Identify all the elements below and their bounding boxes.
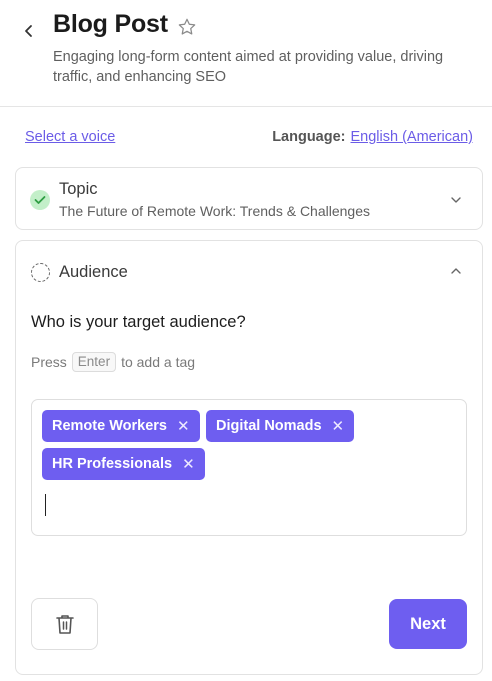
favorite-button[interactable] xyxy=(176,16,198,38)
remove-tag-icon[interactable]: ✕ xyxy=(332,417,345,435)
star-icon xyxy=(178,18,196,35)
language-selector: Language: English (American) xyxy=(272,129,473,145)
audience-tag-input[interactable]: Remote Workers ✕ Digital Nomads ✕ HR Pro… xyxy=(31,399,467,536)
chevron-up-icon[interactable] xyxy=(448,263,464,279)
page-title: Blog Post xyxy=(53,10,168,38)
enter-key-hint: Enter xyxy=(71,352,117,372)
delete-button[interactable] xyxy=(31,598,98,650)
tag-hint: Press Enter to add a tag xyxy=(31,352,195,372)
tag-label: HR Professionals xyxy=(52,456,173,472)
language-label: Language: xyxy=(272,129,346,145)
select-voice-link[interactable]: Select a voice xyxy=(25,129,115,145)
remove-tag-icon[interactable]: ✕ xyxy=(177,417,190,435)
chevron-left-icon xyxy=(25,25,32,37)
audience-label: Audience xyxy=(59,263,128,281)
language-link[interactable]: English (American) xyxy=(351,129,474,145)
back-button[interactable] xyxy=(18,20,40,42)
check-icon xyxy=(30,190,50,210)
tag-digital-nomads: Digital Nomads ✕ xyxy=(206,410,355,442)
topic-label: Topic xyxy=(59,180,98,198)
tag-remote-workers: Remote Workers ✕ xyxy=(42,410,200,442)
trash-icon xyxy=(55,615,74,634)
pending-circle-icon xyxy=(31,263,50,282)
topic-value: The Future of Remote Work: Trends & Chal… xyxy=(59,203,370,219)
page-subtitle: Engaging long-form content aimed at prov… xyxy=(53,49,444,85)
remove-tag-icon[interactable]: ✕ xyxy=(182,455,195,473)
topic-section[interactable]: Topic The Future of Remote Work: Trends … xyxy=(15,167,483,230)
tag-hr-professionals: HR Professionals ✕ xyxy=(42,448,205,480)
hint-suffix: to add a tag xyxy=(121,354,196,370)
hint-prefix: Press xyxy=(31,354,67,370)
audience-question: Who is your target audience? xyxy=(31,313,246,331)
tag-label: Digital Nomads xyxy=(216,418,322,434)
next-button[interactable]: Next xyxy=(389,599,467,649)
chevron-down-icon[interactable] xyxy=(448,192,464,208)
tag-label: Remote Workers xyxy=(52,418,167,434)
audience-section: Audience Who is your target audience? Pr… xyxy=(15,240,483,675)
text-cursor xyxy=(45,494,46,516)
header: Blog Post Engaging long-form content aim… xyxy=(0,0,492,107)
